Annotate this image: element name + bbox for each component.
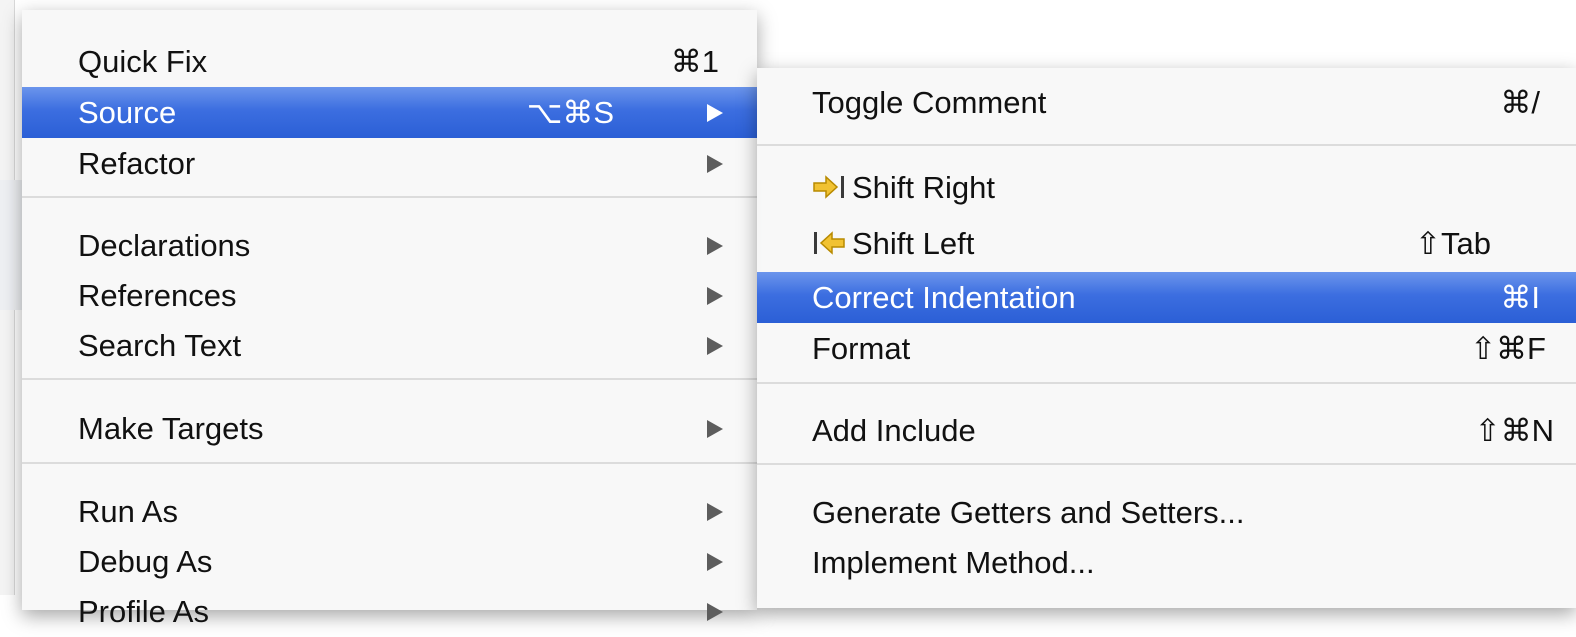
menu-item-label: Add Include bbox=[812, 413, 976, 448]
submenu-arrow-icon bbox=[707, 337, 723, 355]
menu-item-quick-fix[interactable]: Quick Fix ⌘1 bbox=[22, 36, 757, 87]
menu-item-label: Format bbox=[812, 331, 911, 366]
menu-item-source[interactable]: Source ⌥⌘S bbox=[22, 87, 757, 138]
menu-item-label: Debug As bbox=[78, 544, 213, 579]
menu-item-shortcut: ⇧⌘N bbox=[1474, 413, 1554, 448]
menu-item-label: Make Targets bbox=[78, 411, 264, 446]
submenu-item-correct-indentation[interactable]: Correct Indentation ⌘I bbox=[757, 272, 1576, 323]
menu-item-run-as[interactable]: Run As bbox=[22, 486, 757, 537]
menu-separator bbox=[757, 144, 1576, 146]
source-submenu: Toggle Comment ⌘/ Shift Right Shift Left… bbox=[757, 68, 1576, 608]
submenu-item-generate-getters-setters[interactable]: Generate Getters and Setters... bbox=[757, 487, 1576, 538]
menu-item-shortcut: ⌘/ bbox=[1500, 85, 1540, 120]
menu-item-make-targets[interactable]: Make Targets bbox=[22, 403, 757, 454]
submenu-item-implement-method[interactable]: Implement Method... bbox=[757, 537, 1576, 588]
menu-item-search-text[interactable]: Search Text bbox=[22, 320, 757, 371]
menu-item-shortcut: ⌘1 bbox=[670, 44, 719, 79]
menu-item-declarations[interactable]: Declarations bbox=[22, 220, 757, 271]
menu-separator bbox=[22, 196, 757, 198]
submenu-arrow-icon bbox=[707, 104, 723, 122]
submenu-arrow-icon bbox=[707, 420, 723, 438]
menu-item-label: Shift Right bbox=[852, 170, 996, 205]
menu-item-label: Shift Left bbox=[852, 226, 975, 261]
menu-item-label: Implement Method... bbox=[812, 545, 1095, 580]
submenu-arrow-icon bbox=[707, 237, 723, 255]
menu-item-shortcut: ⌥⌘S bbox=[526, 95, 614, 130]
menu-item-label: Toggle Comment bbox=[812, 85, 1047, 120]
submenu-item-shift-right[interactable]: Shift Right bbox=[757, 162, 1576, 213]
menu-item-label: Run As bbox=[78, 494, 178, 529]
submenu-item-add-include[interactable]: Add Include ⇧⌘N bbox=[757, 405, 1576, 456]
menu-item-refactor[interactable]: Refactor bbox=[22, 138, 757, 189]
context-menu: Quick Fix ⌘1 Source ⌥⌘S Refactor Declara… bbox=[22, 10, 757, 629]
menu-item-label: Profile As bbox=[78, 594, 209, 629]
menu-item-shortcut: ⇧Tab bbox=[1415, 226, 1491, 261]
menu-item-label: References bbox=[78, 278, 237, 313]
submenu-arrow-icon bbox=[707, 155, 723, 173]
menu-separator bbox=[757, 382, 1576, 384]
menu-item-label: Declarations bbox=[78, 228, 251, 263]
menu-item-label: Quick Fix bbox=[78, 44, 208, 79]
shift-left-icon bbox=[814, 231, 845, 255]
menu-separator bbox=[757, 463, 1576, 465]
submenu-arrow-icon bbox=[707, 287, 723, 305]
menu-item-label: Search Text bbox=[78, 328, 242, 363]
menu-item-label: Refactor bbox=[78, 146, 196, 181]
menu-item-references[interactable]: References bbox=[22, 270, 757, 321]
menu-item-debug-as[interactable]: Debug As bbox=[22, 536, 757, 587]
submenu-arrow-icon bbox=[707, 503, 723, 521]
submenu-arrow-icon bbox=[707, 553, 723, 571]
menu-item-shortcut: ⌘I bbox=[1500, 280, 1540, 315]
menu-separator bbox=[22, 378, 757, 380]
menu-separator bbox=[22, 462, 757, 464]
submenu-item-toggle-comment[interactable]: Toggle Comment ⌘/ bbox=[757, 77, 1576, 128]
menu-item-label: Generate Getters and Setters... bbox=[812, 495, 1245, 530]
menu-item-label: Source bbox=[78, 95, 177, 130]
menu-item-profile-as[interactable]: Profile As bbox=[22, 586, 757, 637]
menu-item-shortcut: ⇧⌘F bbox=[1470, 331, 1546, 366]
submenu-arrow-icon bbox=[707, 603, 723, 621]
shift-right-icon bbox=[813, 175, 844, 199]
menu-item-label: Correct Indentation bbox=[812, 280, 1076, 315]
submenu-item-format[interactable]: Format ⇧⌘F bbox=[757, 323, 1576, 374]
submenu-item-shift-left[interactable]: Shift Left ⇧Tab bbox=[757, 218, 1576, 269]
